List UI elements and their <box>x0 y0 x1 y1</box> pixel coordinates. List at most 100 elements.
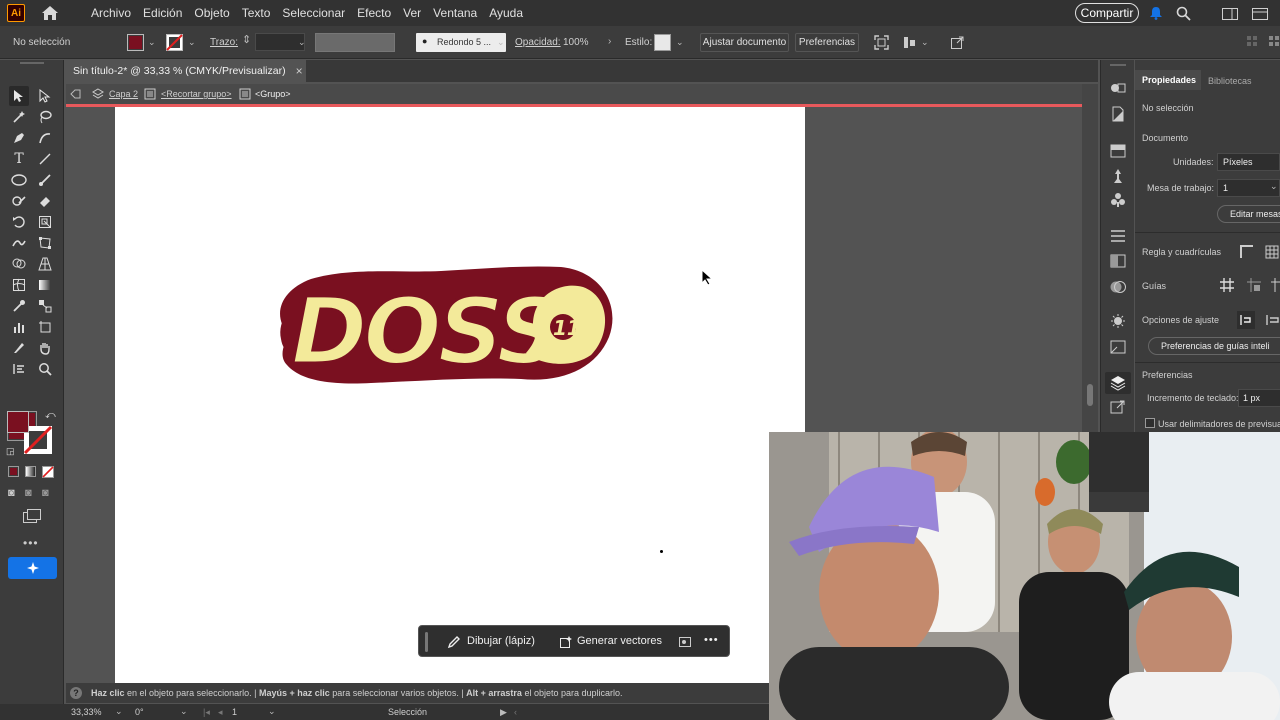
generate-vectors-button[interactable]: Generar vectores <box>577 635 662 647</box>
style-swatch[interactable] <box>654 34 671 51</box>
gradient-mode-icon[interactable] <box>25 466 36 477</box>
panel-grip[interactable] <box>20 62 44 64</box>
smart-guides-preferences-button[interactable]: Preferencias de guías inteli <box>1148 337 1280 355</box>
gradient-tool-icon[interactable] <box>35 275 55 295</box>
fit-document-button[interactable]: Ajustar documento <box>700 33 789 52</box>
symbols-icon[interactable] <box>1109 192 1127 208</box>
screen-mode-icon[interactable] <box>23 509 41 523</box>
blend-tool-icon[interactable] <box>35 296 55 316</box>
menu-item-texto[interactable]: Texto <box>236 0 277 26</box>
type-tool-icon[interactable]: T <box>9 149 29 169</box>
panel-grip[interactable] <box>1110 64 1126 66</box>
menu-item-seleccionar[interactable]: Seleccionar <box>276 0 351 26</box>
color-mode-icon[interactable] <box>8 466 19 477</box>
opacity-label[interactable]: Opacidad: <box>515 37 561 48</box>
tab-libraries[interactable]: Bibliotecas <box>1208 76 1252 86</box>
menu-item-edición[interactable]: Edición <box>137 0 188 26</box>
chevron-down-icon[interactable]: ⌄ <box>298 37 306 48</box>
panel-grid-icon[interactable] <box>1247 36 1258 47</box>
menu-item-efecto[interactable]: Efecto <box>351 0 397 26</box>
play-icon[interactable]: ▶ <box>500 707 507 718</box>
panel-grid-icon[interactable] <box>1269 36 1280 47</box>
line-tool-icon[interactable] <box>35 149 55 169</box>
mesh-tool-icon[interactable] <box>9 275 29 295</box>
chevron-down-icon[interactable]: ⌄ <box>188 37 196 48</box>
logo-artwork[interactable]: DOSS 11 <box>271 265 615 387</box>
scrollbar-thumb[interactable] <box>1087 384 1093 406</box>
generative-ai-button[interactable] <box>8 557 57 579</box>
menu-item-ventana[interactable]: Ventana <box>427 0 483 26</box>
close-tab-icon[interactable]: × <box>296 64 303 78</box>
first-artboard-icon[interactable]: |◂ <box>203 707 210 718</box>
keyboard-increment-input[interactable]: 1 px <box>1238 389 1280 407</box>
grid-icon[interactable] <box>1265 245 1279 259</box>
edit-artboards-button[interactable]: Editar mesas <box>1217 205 1280 223</box>
curvature-tool-icon[interactable] <box>35 128 55 148</box>
artboard-tool-icon[interactable] <box>35 317 55 337</box>
units-select[interactable]: Píxeles <box>1217 153 1280 171</box>
scale-tool-icon[interactable] <box>35 212 55 232</box>
paintbrush-tool-icon[interactable] <box>35 170 55 190</box>
selection-tool-icon[interactable] <box>9 86 29 106</box>
warp-tool-icon[interactable] <box>9 233 29 253</box>
collapse-icon[interactable]: ‹ <box>514 707 517 717</box>
draw-inside-icon[interactable]: ◙ <box>42 487 49 499</box>
default-colors-icon[interactable]: ◲ <box>6 446 15 457</box>
doss-logo[interactable]: DOSS 11 <box>271 265 615 387</box>
gradient-panel-icon[interactable] <box>1109 253 1127 269</box>
menu-lines-icon[interactable] <box>1109 228 1127 244</box>
brushes-icon[interactable] <box>1109 168 1127 184</box>
chevron-down-icon[interactable]: ⌄ <box>148 37 156 48</box>
shapes-icon[interactable] <box>1109 80 1127 96</box>
rotation-value[interactable]: 0° <box>135 707 144 717</box>
preview-bounds-checkbox[interactable] <box>1145 418 1155 428</box>
ruler-icon[interactable] <box>1240 245 1254 259</box>
menu-item-ayuda[interactable]: Ayuda <box>483 0 529 26</box>
clear-guides-icon[interactable] <box>1271 278 1280 292</box>
workspace-icon[interactable] <box>1222 8 1238 20</box>
draw-behind-icon[interactable]: ◙ <box>25 487 32 499</box>
pen-tool-icon[interactable] <box>9 128 29 148</box>
back-arrow-icon[interactable] <box>70 89 81 99</box>
home-icon[interactable] <box>41 5 59 21</box>
slice-tool-icon[interactable] <box>9 338 29 358</box>
appearance-icon[interactable] <box>1109 313 1127 329</box>
transparency-icon[interactable] <box>1109 279 1127 295</box>
breadcrumb-group[interactable]: <Grupo> <box>255 89 291 99</box>
draw-pencil-button[interactable]: Dibujar (lápiz) <box>467 635 535 647</box>
opacity-value[interactable]: 100% <box>563 37 589 48</box>
breadcrumb-clip-group[interactable]: <Recortar grupo> <box>161 89 232 99</box>
document-info-icon[interactable] <box>1109 106 1127 122</box>
zoom-value[interactable]: 33,33% <box>71 707 102 717</box>
chevron-down-icon[interactable]: ⌄ <box>676 37 684 48</box>
menu-item-objeto[interactable]: Objeto <box>188 0 235 26</box>
swatches-icon[interactable] <box>1109 143 1127 159</box>
preferences-button[interactable]: Preferencias <box>795 33 859 52</box>
share-button[interactable]: Compartir <box>1075 3 1139 23</box>
stroke-label[interactable]: Trazo: <box>210 37 238 48</box>
rotate-tool-icon[interactable] <box>9 212 29 232</box>
edit-toolbar-icon[interactable]: ••• <box>23 536 39 550</box>
magic-wand-tool-icon[interactable] <box>9 107 29 127</box>
lock-guides-icon[interactable] <box>1247 278 1261 292</box>
chevron-right-icon[interactable]: › <box>608 36 611 47</box>
bell-icon[interactable] <box>1149 6 1163 20</box>
snap-pixel-icon[interactable] <box>1265 313 1279 327</box>
chevron-down-icon[interactable]: ⌄ <box>268 706 276 717</box>
task-bar-grip[interactable] <box>425 632 428 652</box>
free-transform-tool-icon[interactable] <box>35 233 55 253</box>
shaper-tool-icon[interactable] <box>9 191 29 211</box>
lasso-tool-icon[interactable] <box>35 107 55 127</box>
chevron-down-icon[interactable]: ⌄ <box>180 706 188 717</box>
perspective-grid-tool-icon[interactable] <box>35 254 55 274</box>
arrange-documents-icon[interactable] <box>1252 8 1268 20</box>
menu-item-archivo[interactable]: Archivo <box>85 0 137 26</box>
export-asset-icon[interactable] <box>1109 399 1127 415</box>
brush-definition[interactable]: ● Redondo 5 ... <box>416 33 506 52</box>
graph-tool-icon[interactable] <box>9 317 29 337</box>
artboard-number[interactable]: 1 <box>232 707 237 717</box>
artboard[interactable]: DOSS 11 <box>115 107 805 683</box>
tab-properties[interactable]: Propiedades <box>1135 70 1201 90</box>
stroke-swatch[interactable] <box>166 34 183 51</box>
ellipse-tool-icon[interactable] <box>9 170 29 190</box>
